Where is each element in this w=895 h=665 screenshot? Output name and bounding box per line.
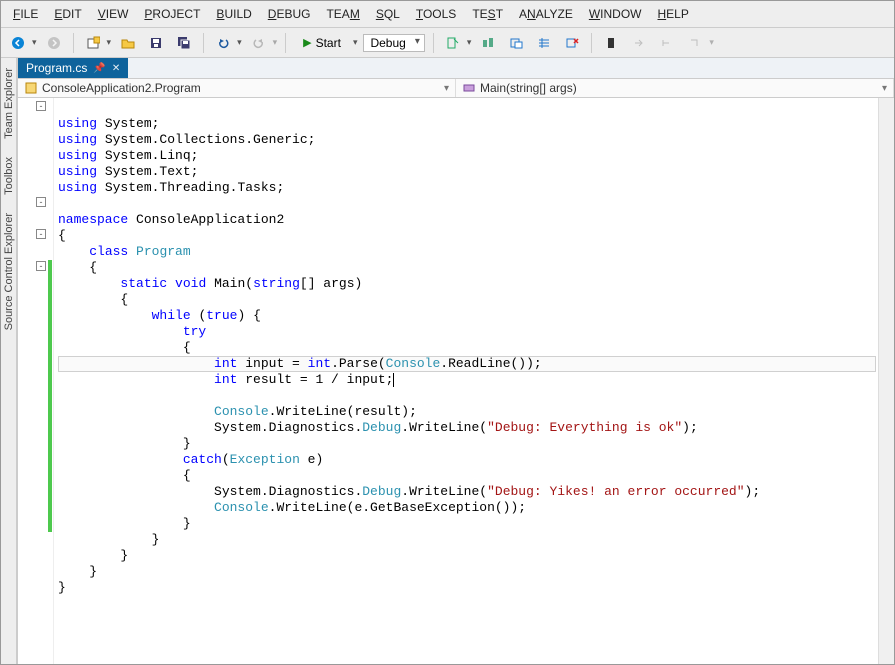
start-label: Start (316, 36, 341, 50)
class-icon (24, 81, 38, 95)
main-area: Team Explorer Toolbox Source Control Exp… (1, 58, 894, 664)
fold-toggle[interactable]: - (36, 197, 46, 207)
nav-back-drop[interactable]: ▾ (32, 37, 37, 48)
nav-fwd-button[interactable] (43, 32, 65, 54)
redo-button[interactable] (248, 32, 270, 54)
doc-tab-program[interactable]: Program.cs 📌 ✕ (18, 58, 128, 78)
undo-button[interactable] (212, 32, 234, 54)
config-select[interactable]: Debug (363, 34, 424, 52)
fold-toggle[interactable]: - (36, 229, 46, 239)
vertical-scrollbar[interactable] (878, 98, 894, 664)
menu-edit[interactable]: EDIT (48, 5, 87, 23)
toolbar: ▾ ▾ ▾ ▾ ▶ Start ▾ Debug ▾ ▾ (1, 28, 894, 58)
document-tab-well: Program.cs 📌 ✕ (18, 58, 894, 79)
menu-bar: FILE EDIT VIEW PROJECT BUILD DEBUG TEAM … (1, 1, 894, 28)
play-icon: ▶ (303, 36, 311, 49)
code-area[interactable]: using System; using System.Collections.G… (54, 98, 878, 664)
nav-bar: ConsoleApplication2.Program Main(string[… (18, 79, 894, 98)
menu-sql[interactable]: SQL (370, 5, 406, 23)
menu-view[interactable]: VIEW (92, 5, 135, 23)
menu-window[interactable]: WINDOW (583, 5, 648, 23)
start-debug-drop[interactable]: ▾ (353, 37, 358, 48)
tb-bookmark-icon[interactable] (600, 32, 622, 54)
change-indicator (48, 260, 52, 532)
tb-step-1[interactable] (628, 32, 650, 54)
side-tab-toolbox[interactable]: Toolbox (3, 153, 15, 199)
menu-project[interactable]: PROJECT (138, 5, 206, 23)
tb-icon-3[interactable] (505, 32, 527, 54)
tb-icon-4[interactable] (533, 32, 555, 54)
fold-toggle[interactable]: - (36, 101, 46, 111)
close-icon[interactable]: ✕ (112, 63, 120, 74)
side-tab-source-control[interactable]: Source Control Explorer (3, 209, 15, 334)
menu-test[interactable]: TEST (466, 5, 509, 23)
tb-step-3[interactable] (684, 32, 706, 54)
method-icon (462, 81, 476, 95)
menu-team[interactable]: TEAM (320, 5, 365, 23)
save-all-button[interactable] (173, 32, 195, 54)
save-button[interactable] (145, 32, 167, 54)
tb-icon-1[interactable] (442, 32, 464, 54)
redo-drop[interactable]: ▾ (273, 37, 278, 48)
editor-gutter[interactable]: - - - - (18, 98, 54, 664)
menu-help[interactable]: HELP (652, 5, 695, 23)
open-file-button[interactable] (117, 32, 139, 54)
side-tab-team-explorer[interactable]: Team Explorer (3, 64, 15, 143)
code-editor[interactable]: - - - - using System; using System.Colle… (18, 98, 894, 664)
menu-build[interactable]: BUILD (210, 5, 257, 23)
nav-member-select[interactable]: Main(string[] args) (456, 79, 894, 97)
doc-tab-title: Program.cs (26, 61, 87, 75)
pin-icon[interactable]: 📌 (93, 63, 105, 74)
start-debug-button[interactable]: ▶ Start (294, 33, 350, 53)
tb-step-2[interactable] (656, 32, 678, 54)
menu-file[interactable]: FILE (7, 5, 44, 23)
nav-type-select[interactable]: ConsoleApplication2.Program (18, 79, 456, 97)
tb-icon-2[interactable] (477, 32, 499, 54)
new-project-button[interactable] (82, 32, 104, 54)
fold-toggle[interactable]: - (36, 261, 46, 271)
new-project-drop[interactable]: ▾ (107, 37, 112, 48)
nav-back-button[interactable] (7, 32, 29, 54)
side-panel-strip: Team Explorer Toolbox Source Control Exp… (1, 58, 17, 664)
menu-debug[interactable]: DEBUG (262, 5, 317, 23)
undo-drop[interactable]: ▾ (237, 37, 242, 48)
menu-analyze[interactable]: ANALYZE (513, 5, 579, 23)
menu-tools[interactable]: TOOLS (410, 5, 462, 23)
tb-icon-5[interactable] (561, 32, 583, 54)
